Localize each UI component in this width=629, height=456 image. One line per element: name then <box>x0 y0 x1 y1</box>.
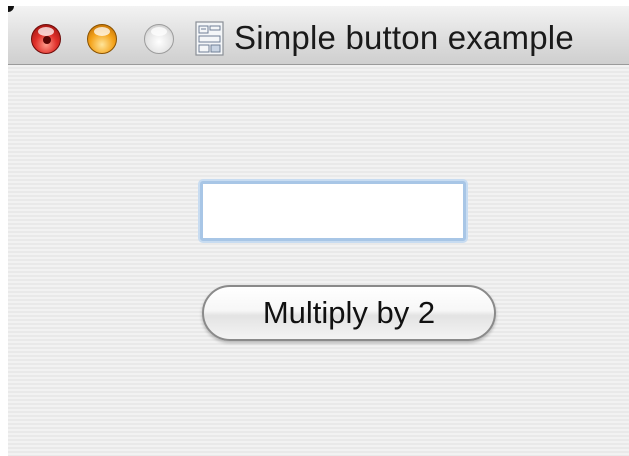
zoom-icon <box>151 27 167 36</box>
number-input[interactable] <box>200 181 466 241</box>
app-window: Simple button example Multiply by 2 <box>8 6 629 456</box>
multiply-by-2-button[interactable]: Multiply by 2 <box>202 285 496 341</box>
title-bar[interactable]: Simple button example <box>8 6 629 65</box>
zoom-button[interactable] <box>144 24 174 54</box>
minimize-icon <box>94 27 110 36</box>
minimize-button[interactable] <box>87 24 117 54</box>
window-content: Multiply by 2 <box>8 65 629 456</box>
document-icon <box>195 21 224 56</box>
close-button[interactable] <box>31 24 61 54</box>
close-icon <box>38 27 54 36</box>
window-title: Simple button example <box>234 19 574 56</box>
